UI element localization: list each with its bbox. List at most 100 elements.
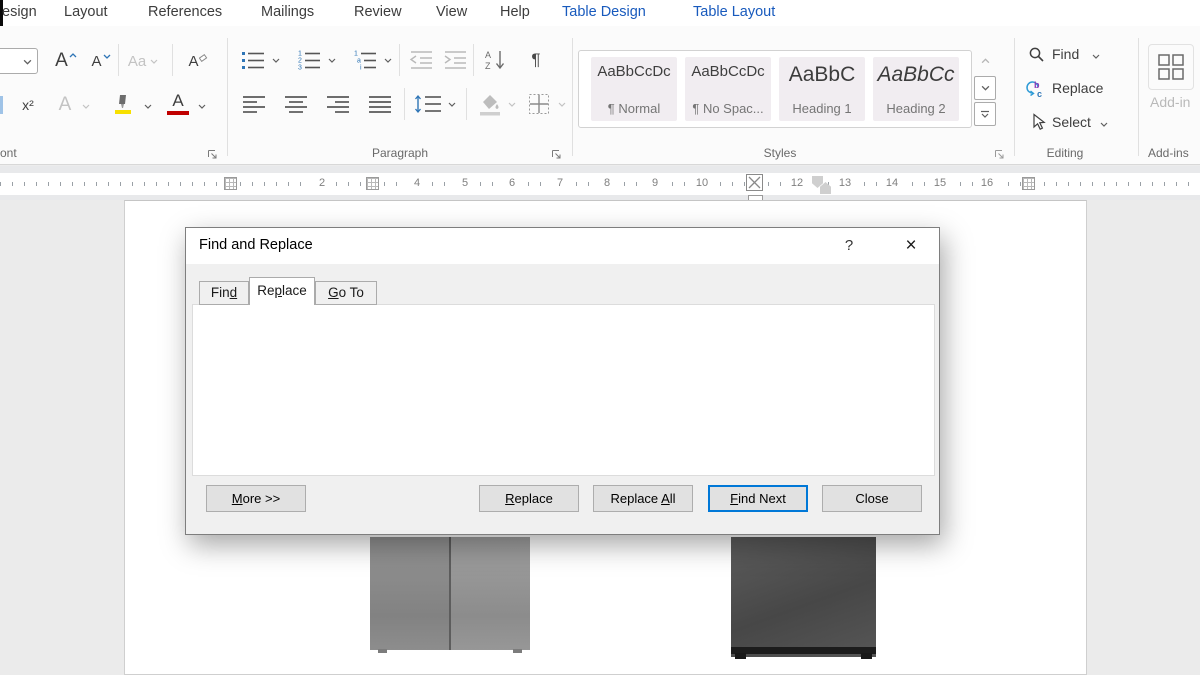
select-dropdown[interactable] (1098, 118, 1110, 130)
replace-button-icon-area[interactable]: b c (1024, 78, 1046, 98)
table-column-marker[interactable] (224, 177, 237, 190)
dialog-title-bar[interactable]: Find and Replace ? × (186, 228, 939, 264)
horizontal-ruler[interactable]: 2 4 5 6 7 8 9 10 12 13 14 15 16 (0, 173, 1200, 195)
table-column-marker[interactable] (1022, 177, 1035, 190)
multilevel-dropdown[interactable] (382, 54, 394, 66)
shrink-font-icon: A (91, 53, 101, 70)
multilevel-list-icon: 1 a i (352, 49, 378, 71)
font-color-button[interactable]: A (164, 90, 192, 118)
styles-scroll-up[interactable] (976, 52, 994, 70)
text-effects-button[interactable]: A (52, 92, 78, 118)
sort-button[interactable]: A Z (480, 46, 512, 74)
line-spacing-button[interactable] (412, 90, 444, 118)
table-move-marker[interactable] (746, 174, 763, 191)
highlight-color-button[interactable] (108, 90, 138, 118)
superscript-button[interactable]: x² (14, 92, 42, 118)
tab-table-layout[interactable]: Table Layout (693, 4, 775, 20)
replace-all-button[interactable]: Replace All (593, 485, 693, 512)
subscript-button-sliver[interactable] (0, 96, 3, 114)
multilevel-list-button[interactable]: 1 a i (350, 46, 380, 74)
align-right-button[interactable] (324, 90, 352, 118)
ruler-zone: 2 4 5 6 7 8 9 10 12 13 14 15 16 (0, 166, 1200, 200)
style-heading-1[interactable]: AaBbC Heading 1 (779, 57, 865, 121)
tab-label-part: o To (339, 285, 364, 300)
align-left-button[interactable] (240, 90, 268, 118)
fridge-left-door (370, 537, 449, 650)
chevron-down-icon (23, 59, 32, 65)
styles-dialog-launcher[interactable] (994, 147, 1005, 158)
shrink-font-button[interactable]: A (86, 48, 116, 74)
find-button-icon-area[interactable] (1026, 44, 1046, 64)
increase-indent-button[interactable] (440, 46, 470, 74)
font-dialog-launcher[interactable] (207, 147, 218, 158)
find-next-button[interactable]: Find Next (708, 485, 808, 512)
replace-button[interactable]: Replace (479, 485, 579, 512)
dialog-tab-replace[interactable]: Replace (249, 277, 315, 305)
select-button-icon-area[interactable] (1028, 112, 1048, 132)
find-dropdown[interactable] (1090, 50, 1102, 62)
highlight-dropdown[interactable] (142, 100, 154, 112)
bullet-list-icon (240, 49, 266, 71)
button-label-part: eplace (515, 491, 553, 506)
ruler-number: 15 (930, 177, 950, 189)
select-button[interactable]: Select (1052, 114, 1091, 130)
paint-bucket-icon (477, 92, 503, 116)
justify-button[interactable] (366, 90, 394, 118)
bullets-button[interactable] (238, 46, 268, 74)
tab-review[interactable]: Review (354, 4, 402, 20)
numbering-button[interactable]: 1 2 3 (294, 46, 324, 74)
tab-help[interactable]: Help (500, 4, 530, 20)
tab-view[interactable]: View (436, 4, 467, 20)
tab-label-accesskey: d (230, 285, 238, 300)
borders-button[interactable] (524, 90, 554, 118)
ruler-number: 7 (550, 177, 570, 189)
bullets-dropdown[interactable] (270, 54, 282, 66)
paragraph-dialog-launcher[interactable] (551, 147, 562, 158)
paragraph-group-label: Paragraph (350, 146, 450, 160)
shading-button[interactable] (474, 90, 506, 118)
align-center-button[interactable] (282, 90, 310, 118)
decrease-indent-button[interactable] (406, 46, 436, 74)
change-case-button[interactable]: Aa (126, 48, 160, 74)
borders-dropdown[interactable] (556, 98, 568, 110)
close-button[interactable]: Close (822, 485, 922, 512)
document-image-refrigerator-dark[interactable] (731, 537, 876, 657)
line-spacing-dropdown[interactable] (446, 98, 458, 110)
dialog-tab-goto[interactable]: Go To (315, 281, 377, 305)
style-preview: AaBbCcDc (597, 63, 670, 80)
tab-table-design[interactable]: Table Design (562, 4, 646, 20)
show-formatting-button[interactable]: ¶ (524, 46, 548, 74)
style-no-spacing[interactable]: AaBbCcDc ¶ No Spac... (685, 57, 771, 121)
text-effects-dropdown[interactable] (80, 100, 92, 112)
tab-design-partial[interactable]: esign (2, 4, 37, 20)
dialog-tab-find[interactable]: Find (199, 281, 249, 305)
decrease-indent-icon (408, 50, 434, 70)
grow-font-button[interactable]: A (50, 48, 82, 74)
dialog-help-button[interactable]: ? (836, 233, 862, 259)
font-color-dropdown[interactable] (196, 100, 208, 112)
find-button[interactable]: Find (1052, 46, 1079, 62)
tab-mailings[interactable]: Mailings (261, 4, 314, 20)
styles-gallery: AaBbCcDc ¶ Normal AaBbCcDc ¶ No Spac... … (578, 50, 972, 128)
shading-dropdown[interactable] (506, 98, 518, 110)
styles-scroll-down[interactable] (974, 76, 996, 100)
more-button[interactable]: More >> (206, 485, 306, 512)
replace-button[interactable]: Replace (1052, 80, 1103, 96)
numbering-dropdown[interactable] (326, 54, 338, 66)
table-column-marker[interactable] (366, 177, 379, 190)
styles-more-button[interactable] (974, 102, 996, 126)
chevron-down-icon (144, 104, 152, 109)
font-size-combobox[interactable] (0, 48, 38, 74)
dialog-close-icon[interactable]: × (896, 232, 926, 260)
chevron-down-icon (558, 102, 566, 107)
tab-references[interactable]: References (148, 4, 222, 20)
style-normal[interactable]: AaBbCcDc ¶ Normal (591, 57, 677, 121)
tab-layout[interactable]: Layout (64, 4, 108, 20)
add-ins-button[interactable] (1148, 44, 1194, 90)
grow-font-icon: A (55, 50, 68, 72)
search-icon (1028, 46, 1045, 63)
document-image-refrigerator-silver[interactable] (370, 537, 530, 650)
style-heading-2[interactable]: AaBbCc Heading 2 (873, 57, 959, 121)
clear-formatting-button[interactable]: A (184, 48, 212, 74)
svg-text:i: i (360, 65, 362, 72)
